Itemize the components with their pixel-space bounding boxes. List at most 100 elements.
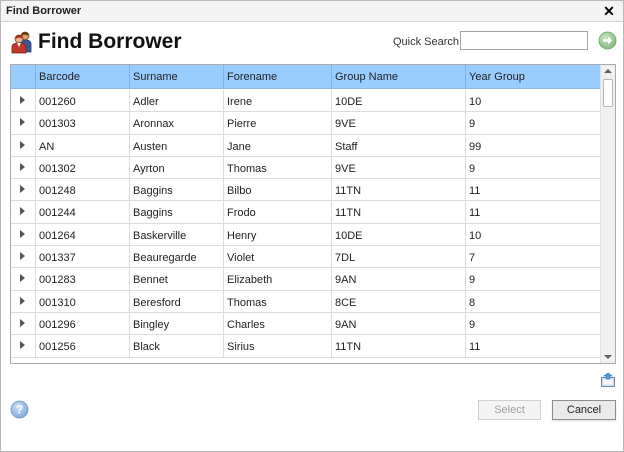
scroll-down-icon[interactable] [604, 355, 612, 359]
column-header-barcode[interactable]: Barcode [35, 65, 129, 89]
row-expander[interactable] [11, 268, 35, 290]
cell-year-group: 9 [465, 312, 600, 336]
cell-group-name: 11TN [331, 201, 465, 224]
cell-group-name: 11TN [331, 179, 465, 202]
table-row[interactable]: 001283 Bennet Elizabeth 9AN 9 [11, 268, 600, 291]
row-expander[interactable] [11, 246, 35, 268]
cell-group-name: 11TN [331, 335, 465, 358]
row-expander[interactable] [11, 135, 35, 157]
cell-forename: Henry [223, 223, 331, 247]
column-header-group-name[interactable]: Group Name [331, 65, 465, 89]
expand-arrow-icon[interactable] [20, 252, 25, 261]
cell-year-group: 11 [465, 179, 600, 202]
expand-arrow-icon[interactable] [20, 274, 25, 283]
go-search-button[interactable] [598, 31, 617, 50]
cell-barcode: 001303 [35, 112, 129, 135]
export-icon[interactable] [600, 372, 616, 388]
cell-barcode: 001302 [35, 156, 129, 180]
cancel-button[interactable]: Cancel [552, 400, 616, 420]
cell-group-name: 10DE [331, 223, 465, 247]
cell-surname: Baggins [129, 179, 223, 202]
column-header-forename[interactable]: Forename [223, 65, 331, 89]
row-expander[interactable] [11, 179, 35, 201]
column-header-surname[interactable]: Surname [129, 65, 223, 89]
svg-text:?: ? [16, 403, 23, 417]
cell-year-group: 10 [465, 223, 600, 247]
cell-forename: Bilbo [223, 179, 331, 202]
cell-barcode: 001337 [35, 246, 129, 269]
table-row[interactable]: 001296 Bingley Charles 9AN 9 [11, 312, 600, 336]
cell-surname: Aronnax [129, 112, 223, 135]
cell-year-group: 9 [465, 112, 600, 135]
cell-surname: Baggins [129, 201, 223, 224]
cell-year-group: 8 [465, 290, 600, 313]
cell-forename: Charles [223, 312, 331, 336]
cell-forename: Thomas [223, 290, 331, 313]
cell-group-name: 9VE [331, 156, 465, 180]
table-row[interactable]: 001244 Baggins Frodo 11TN 11 [11, 201, 600, 224]
row-expander[interactable] [11, 291, 35, 313]
row-expander[interactable] [11, 313, 35, 335]
cell-surname: Adler [129, 90, 223, 113]
cell-group-name: Staff [331, 134, 465, 157]
close-icon[interactable]: ✕ [602, 4, 616, 18]
borrower-grid: Barcode Surname Forename Group Name Year… [10, 64, 616, 364]
expand-arrow-icon[interactable] [20, 140, 25, 149]
expand-arrow-icon[interactable] [20, 341, 25, 350]
cell-barcode: 001260 [35, 90, 129, 113]
cell-forename: Irene [223, 90, 331, 113]
expand-arrow-icon[interactable] [20, 207, 25, 216]
table-row[interactable]: AN Austen Jane Staff 99 [11, 134, 600, 157]
cell-barcode: 001283 [35, 268, 129, 291]
expand-arrow-icon[interactable] [20, 229, 25, 238]
cell-forename: Frodo [223, 201, 331, 224]
table-row[interactable]: 001337 Beauregarde Violet 7DL 7 [11, 246, 600, 269]
select-button[interactable]: Select [478, 400, 541, 420]
quick-search-input[interactable] [460, 31, 588, 50]
cell-group-name: 9VE [331, 112, 465, 135]
cell-forename: Jane [223, 134, 331, 157]
cell-barcode: AN [35, 134, 129, 157]
cell-barcode: 001244 [35, 201, 129, 224]
row-expander[interactable] [11, 224, 35, 246]
cell-forename: Elizabeth [223, 268, 331, 291]
cell-surname: Beresford [129, 290, 223, 313]
cell-group-name: 7DL [331, 246, 465, 269]
column-header-year-group[interactable]: Year Group [465, 65, 600, 89]
row-expander[interactable] [11, 112, 35, 134]
table-row[interactable]: 001260 Adler Irene 10DE 10 [11, 90, 600, 113]
help-icon[interactable]: ? [10, 400, 29, 419]
row-expander[interactable] [11, 335, 35, 357]
scroll-thumb[interactable] [603, 79, 613, 107]
cell-surname: Bingley [129, 312, 223, 336]
table-row[interactable]: 001310 Beresford Thomas 8CE 8 [11, 290, 600, 313]
row-expander[interactable] [11, 201, 35, 223]
expand-arrow-icon[interactable] [20, 162, 25, 171]
cell-surname: Bennet [129, 268, 223, 291]
expand-arrow-icon[interactable] [20, 296, 25, 305]
table-row[interactable]: 001256 Black Sirius 11TN 11 [11, 335, 600, 358]
expand-arrow-icon[interactable] [20, 118, 25, 127]
cell-forename: Violet [223, 246, 331, 269]
cell-year-group: 9 [465, 156, 600, 180]
table-row[interactable]: 001303 Aronnax Pierre 9VE 9 [11, 112, 600, 135]
window-title: Find Borrower [6, 5, 82, 17]
cell-barcode: 001256 [35, 335, 129, 358]
cell-surname: Beauregarde [129, 246, 223, 269]
grid-vertical-scrollbar[interactable] [600, 65, 615, 363]
cell-barcode: 001264 [35, 223, 129, 247]
go-arrow-icon [598, 31, 617, 50]
scroll-up-icon[interactable] [604, 69, 612, 73]
cell-forename: Sirius [223, 335, 331, 358]
table-row[interactable]: 001264 Baskerville Henry 10DE 10 [11, 223, 600, 247]
page-title: Find Borrower [38, 30, 182, 53]
expand-arrow-icon[interactable] [20, 318, 25, 327]
table-row[interactable]: 001302 Ayrton Thomas 9VE 9 [11, 156, 600, 180]
expand-arrow-icon[interactable] [20, 96, 25, 104]
row-expander[interactable] [11, 90, 35, 112]
expand-arrow-icon[interactable] [20, 185, 25, 194]
cell-group-name: 10DE [331, 90, 465, 113]
find-borrower-dialog: Find Borrower ✕ Find Borrower Quick Sear… [0, 0, 624, 452]
table-row[interactable]: 001248 Baggins Bilbo 11TN 11 [11, 179, 600, 202]
row-expander[interactable] [11, 157, 35, 179]
